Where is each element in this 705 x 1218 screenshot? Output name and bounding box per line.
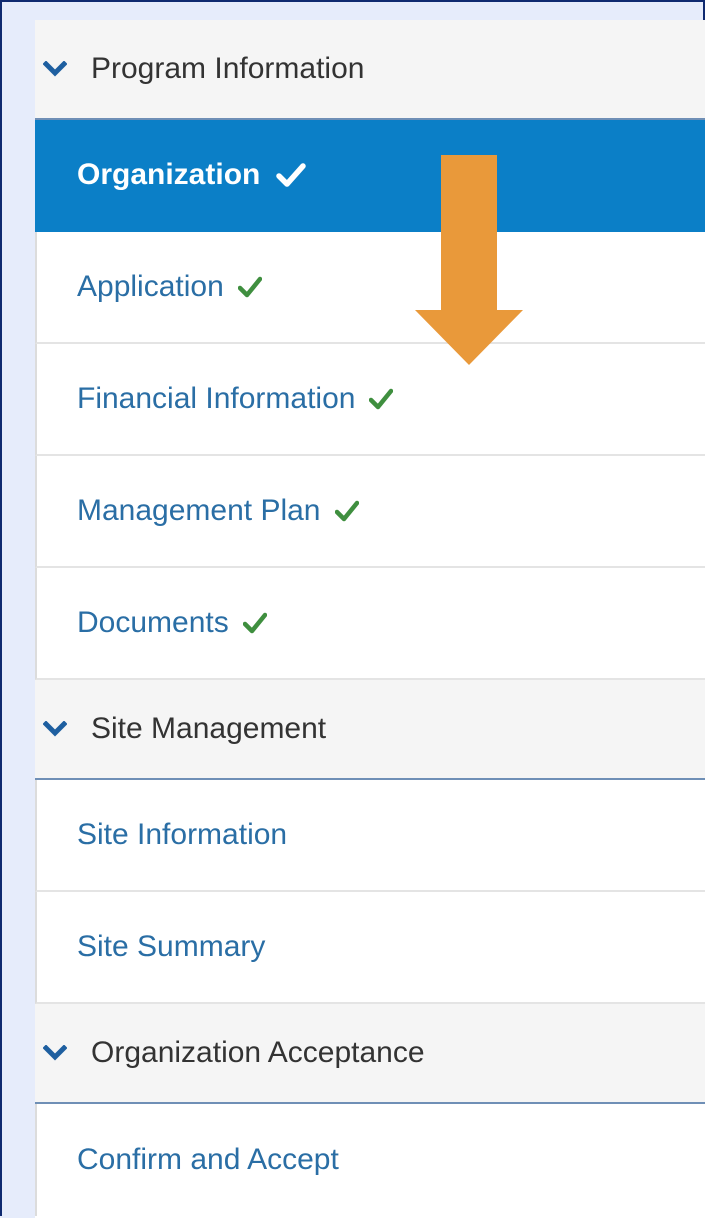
nav-item-site-summary[interactable]: Site Summary	[35, 892, 705, 1004]
chevron-down-icon	[43, 1045, 67, 1061]
nav-item-organization[interactable]: Organization	[35, 120, 705, 232]
section-title: Site Management	[91, 712, 327, 745]
nav-item-label: Application	[77, 270, 224, 303]
nav-item-label: Organization	[77, 158, 261, 191]
arrow-down-icon	[415, 155, 523, 365]
nav-item-label: Site Summary	[77, 930, 266, 963]
chevron-down-icon	[43, 721, 67, 737]
checkmark-icon	[276, 163, 307, 187]
section-title: Organization Acceptance	[91, 1036, 425, 1069]
application-nav: Program Information Organization Applica…	[35, 20, 705, 1218]
checkmark-icon	[369, 388, 394, 410]
nav-item-application[interactable]: Application	[35, 232, 705, 344]
section-header-program-information[interactable]: Program Information	[35, 20, 705, 120]
nav-item-site-information[interactable]: Site Information	[35, 780, 705, 892]
section-title: Program Information	[91, 52, 365, 85]
section-header-organization-acceptance[interactable]: Organization Acceptance	[35, 1004, 705, 1104]
nav-item-label: Site Information	[77, 818, 288, 851]
nav-item-financial-information[interactable]: Financial Information	[35, 344, 705, 456]
chevron-down-icon	[43, 61, 67, 77]
section-header-site-management[interactable]: Site Management	[35, 680, 705, 780]
nav-item-label: Management Plan	[77, 494, 321, 527]
nav-item-label: Financial Information	[77, 382, 356, 415]
nav-item-label: Documents	[77, 606, 229, 639]
nav-item-confirm-and-accept[interactable]: Confirm and Accept	[35, 1104, 705, 1216]
nav-item-label: Confirm and Accept	[77, 1143, 339, 1176]
checkmark-icon	[237, 276, 262, 298]
nav-item-management-plan[interactable]: Management Plan	[35, 456, 705, 568]
checkmark-icon	[242, 612, 267, 634]
checkmark-icon	[334, 500, 359, 522]
nav-item-documents[interactable]: Documents	[35, 568, 705, 680]
screenshot-frame: Program Information Organization Applica…	[0, 0, 705, 1218]
